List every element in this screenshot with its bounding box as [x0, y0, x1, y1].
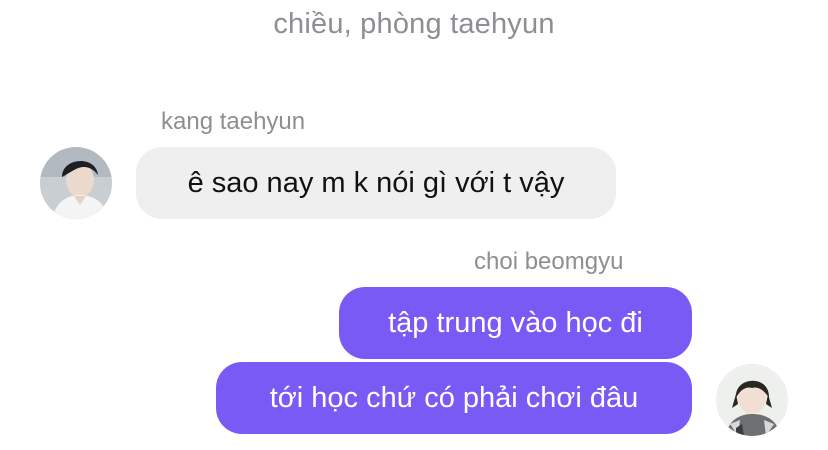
profile-photo-icon	[716, 364, 788, 436]
message-bubble-outgoing[interactable]: tập trung vào học đi	[339, 287, 692, 359]
avatar-kang-taehyun[interactable]	[40, 147, 112, 219]
sender-name-outgoing: choi beomgyu	[474, 248, 624, 275]
message-bubble-incoming[interactable]: ê sao nay m k nói gì với t vậy	[136, 147, 616, 219]
profile-photo-icon	[40, 147, 112, 219]
chat-screen: chiều, phòng taehyun kang taehyun ê sao …	[0, 0, 828, 450]
sender-name-incoming: kang taehyun	[161, 108, 306, 135]
message-bubble-outgoing[interactable]: tới học chứ có phải chơi đâu	[216, 362, 692, 434]
chat-timestamp: chiều, phòng taehyun	[273, 8, 555, 40]
avatar-choi-beomgyu[interactable]	[716, 364, 788, 436]
